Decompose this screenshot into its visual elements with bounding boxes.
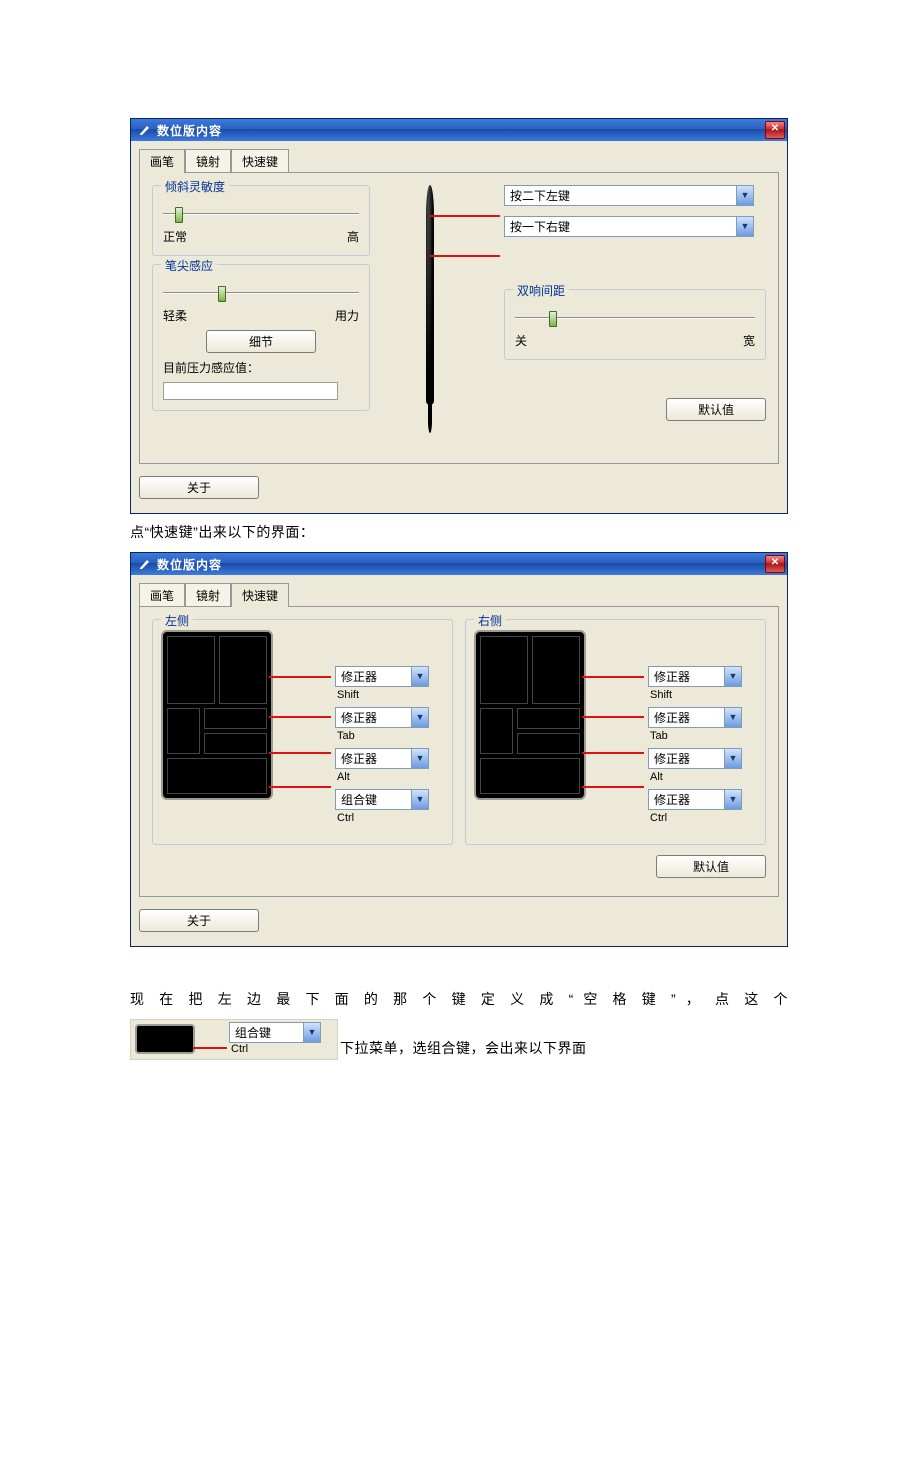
chevron-down-icon: ▼: [724, 790, 741, 809]
group-dblclick: 双响间距 关 宽: [504, 289, 766, 360]
defaults-button[interactable]: 默认值: [656, 855, 766, 878]
chevron-down-icon: ▼: [736, 186, 753, 205]
tab-quick[interactable]: 快速键: [231, 149, 289, 173]
window-title: 数位版内容: [157, 122, 765, 139]
combo-text: 按二下左键: [505, 187, 736, 204]
group-tip-label: 笔尖感应: [161, 257, 217, 274]
chevron-down-icon: ▼: [724, 667, 741, 686]
right-combo-2[interactable]: 修正器▼: [648, 707, 742, 728]
pen-illustration: [370, 185, 490, 445]
window-pen-settings: 数位版内容 ✕ 画笔 镜射 快速键 倾斜灵敏度: [130, 118, 788, 514]
left-sub-2: Tab: [335, 730, 444, 742]
right-side-group: 右侧: [465, 619, 766, 845]
chevron-down-icon: ▼: [724, 708, 741, 727]
tabs: 画笔 镜射 快速键: [139, 148, 779, 172]
inline-snippet: 组合键 ▼ Ctrl 下拉菜单，选组合键，会出来以下界面: [130, 1019, 788, 1060]
dbl-low-label: 关: [515, 332, 527, 349]
mid-button-combo[interactable]: 按一下右键 ▼: [504, 216, 754, 237]
pad-right: [474, 630, 586, 800]
left-combo-2[interactable]: 修正器▼: [335, 707, 429, 728]
right-combo-4[interactable]: 修正器▼: [648, 789, 742, 810]
tilt-slider[interactable]: [163, 213, 359, 215]
tilt-low-label: 正常: [163, 228, 187, 245]
chevron-down-icon: ▼: [411, 790, 428, 809]
chevron-down-icon: ▼: [411, 749, 428, 768]
close-button[interactable]: ✕: [765, 555, 785, 573]
brush-icon: [138, 123, 152, 137]
group-tilt: 倾斜灵敏度 正常 高: [152, 185, 370, 256]
pressure-value-input[interactable]: [163, 382, 338, 400]
brush-icon: [138, 557, 152, 571]
left-combo-1[interactable]: 修正器▼: [335, 666, 429, 687]
chevron-down-icon: ▼: [411, 667, 428, 686]
left-sub-4: Ctrl: [335, 812, 444, 824]
titlebar: 数位版内容 ✕: [131, 553, 787, 575]
close-button[interactable]: ✕: [765, 121, 785, 139]
about-button[interactable]: 关于: [139, 909, 259, 932]
doc-line-3: 下拉菜单，选组合键，会出来以下界面: [340, 1038, 587, 1058]
tab-map[interactable]: 镜射: [185, 583, 231, 607]
tab-map[interactable]: 镜射: [185, 149, 231, 173]
right-sub-3: Alt: [648, 771, 757, 783]
detail-button[interactable]: 细节: [206, 330, 316, 353]
snippet-pad: [135, 1024, 195, 1054]
tip-low-label: 轻柔: [163, 307, 187, 324]
left-sub-1: Shift: [335, 689, 444, 701]
tip-high-label: 用力: [335, 307, 359, 324]
right-sub-4: Ctrl: [648, 812, 757, 824]
right-combo-1[interactable]: 修正器▼: [648, 666, 742, 687]
doc-line-1: 点“快速键”出来以下的界面：: [130, 522, 788, 542]
combo-text: 按一下右键: [505, 218, 736, 235]
about-button[interactable]: 关于: [139, 476, 259, 499]
right-combo-3[interactable]: 修正器▼: [648, 748, 742, 769]
tab-panel-quick: 左侧: [139, 606, 779, 897]
left-side-label: 左侧: [161, 612, 193, 629]
defaults-button[interactable]: 默认值: [666, 398, 766, 421]
tab-pen[interactable]: 画笔: [139, 583, 185, 607]
slider-thumb[interactable]: [218, 286, 226, 302]
chevron-down-icon: ▼: [411, 708, 428, 727]
left-combo-4[interactable]: 组合键▼: [335, 789, 429, 810]
doc-line-2: 现 在 把 左 边 最 下 面 的 那 个 键 定 义 成 “ 空 格 键 ” …: [130, 989, 788, 1009]
top-button-combo[interactable]: 按二下左键 ▼: [504, 185, 754, 206]
group-tilt-label: 倾斜灵敏度: [161, 178, 229, 195]
group-dbl-label: 双响间距: [513, 282, 569, 299]
window-quick-keys: 数位版内容 ✕ 画笔 镜射 快速键 左侧: [130, 552, 788, 947]
window-title: 数位版内容: [157, 556, 765, 573]
chevron-down-icon: ▼: [303, 1023, 320, 1042]
snippet-sub: Ctrl: [229, 1043, 333, 1055]
titlebar: 数位版内容 ✕: [131, 119, 787, 141]
group-tip: 笔尖感应 轻柔 用力 细节: [152, 264, 370, 411]
tab-pen[interactable]: 画笔: [139, 149, 185, 173]
right-side-label: 右侧: [474, 612, 506, 629]
left-combo-3[interactable]: 修正器▼: [335, 748, 429, 769]
left-sub-3: Alt: [335, 771, 444, 783]
tab-panel-pen: 倾斜灵敏度 正常 高 笔尖感应: [139, 172, 779, 464]
dbl-high-label: 宽: [743, 332, 755, 349]
tab-quick[interactable]: 快速键: [231, 583, 289, 607]
right-sub-2: Tab: [648, 730, 757, 742]
slider-thumb[interactable]: [549, 311, 557, 327]
chevron-down-icon: ▼: [724, 749, 741, 768]
pressure-label: 目前压力感应值：: [163, 359, 359, 376]
dbl-slider[interactable]: [515, 317, 755, 319]
pad-left: [161, 630, 273, 800]
left-side-group: 左侧: [152, 619, 453, 845]
tip-slider[interactable]: [163, 292, 359, 294]
slider-thumb[interactable]: [175, 207, 183, 223]
right-sub-1: Shift: [648, 689, 757, 701]
tabs: 画笔 镜射 快速键: [139, 582, 779, 606]
chevron-down-icon: ▼: [736, 217, 753, 236]
snippet-combo[interactable]: 组合键 ▼: [229, 1022, 321, 1043]
tilt-high-label: 高: [347, 228, 359, 245]
